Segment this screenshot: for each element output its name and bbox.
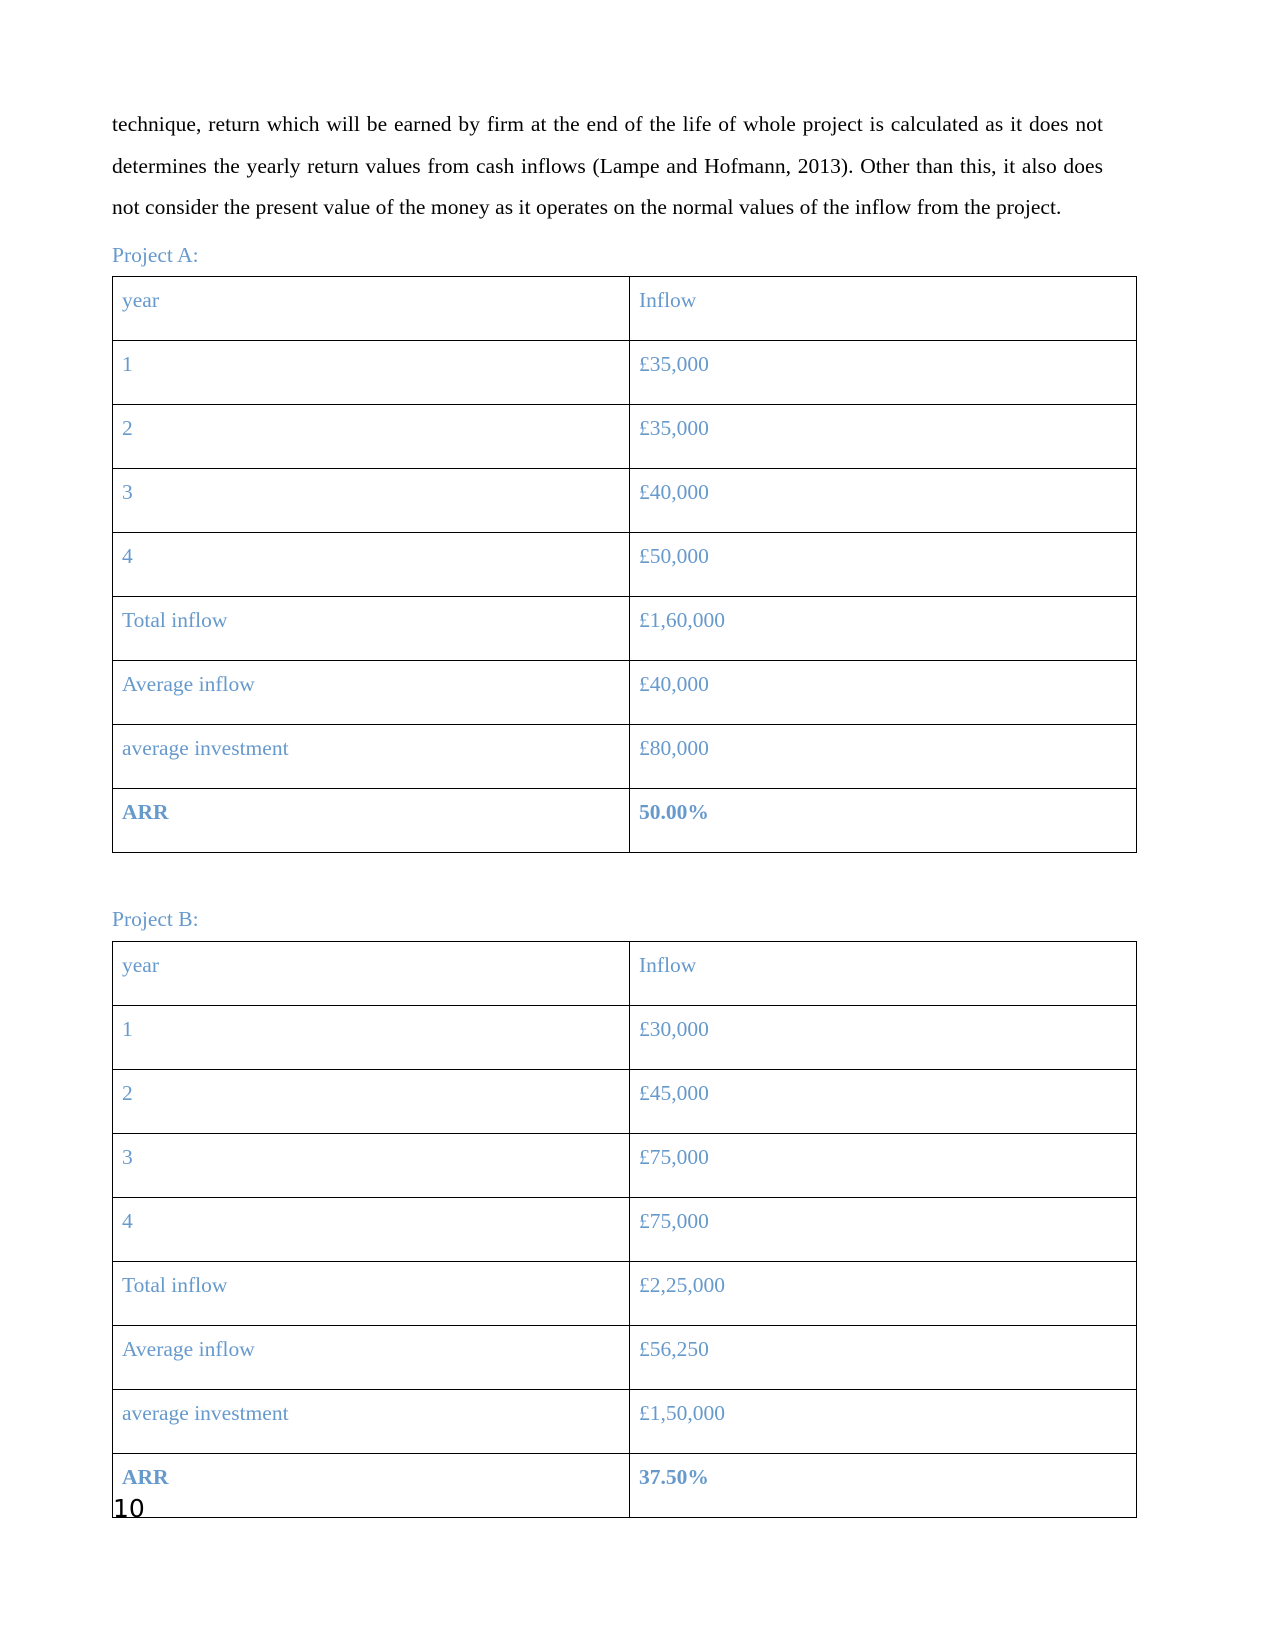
project-a-table: year Inflow 1 £35,000 2 £35,000 3 £40,00…	[112, 276, 1137, 853]
table-row: 4 £75,000	[112, 1196, 1137, 1262]
row-label: Average inflow	[112, 1324, 630, 1390]
table-header-row: year Inflow	[112, 276, 1137, 341]
table-row: 1 £30,000	[112, 1004, 1137, 1070]
row-value: £1,50,000	[629, 1388, 1137, 1454]
row-label: ARR	[112, 788, 630, 853]
row-label: 2	[112, 1068, 630, 1134]
project-a-caption: Project A:	[112, 242, 199, 267]
row-value: £30,000	[629, 1004, 1137, 1070]
row-value: £75,000	[629, 1196, 1137, 1262]
row-label: 1	[112, 1004, 630, 1070]
table-row: 1 £35,000	[112, 340, 1137, 405]
row-value: £1,60,000	[629, 596, 1137, 661]
row-label: 4	[112, 1196, 630, 1262]
table-row-arr: ARR 50.00%	[112, 788, 1137, 853]
row-label: ARR	[112, 1452, 630, 1518]
table-row-arr: ARR 37.50%	[112, 1452, 1137, 1518]
table-row-total-inflow: Total inflow £2,25,000	[112, 1260, 1137, 1326]
row-value: £80,000	[629, 724, 1137, 789]
project-b-table: year Inflow 1 £30,000 2 £45,000 3 £75,00…	[112, 940, 1137, 1518]
page-content: technique, return which will be earned b…	[112, 104, 1137, 1518]
column-header-year: year	[112, 276, 630, 341]
row-label: Total inflow	[112, 1260, 630, 1326]
project-b-table-body: year Inflow 1 £30,000 2 £45,000 3 £75,00…	[112, 940, 1137, 1518]
row-label: 3	[112, 468, 630, 533]
row-value: £2,25,000	[629, 1260, 1137, 1326]
table-spacer	[112, 853, 1103, 899]
row-value: £45,000	[629, 1068, 1137, 1134]
body-paragraph: technique, return which will be earned b…	[112, 112, 1103, 219]
table-row: 2 £35,000	[112, 404, 1137, 469]
row-label: average investment	[112, 1388, 630, 1454]
row-value: £35,000	[629, 404, 1137, 469]
row-label: 1	[112, 340, 630, 405]
column-header-inflow: Inflow	[629, 276, 1137, 341]
table-row-average-inflow: Average inflow £56,250	[112, 1324, 1137, 1390]
project-a-table-body: year Inflow 1 £35,000 2 £35,000 3 £40,00…	[112, 276, 1137, 853]
row-value: £56,250	[629, 1324, 1137, 1390]
row-value: £50,000	[629, 532, 1137, 597]
row-label: 3	[112, 1132, 630, 1198]
row-label: 4	[112, 532, 630, 597]
document-page: technique, return which will be earned b…	[0, 0, 1275, 1651]
table-header-row: year Inflow	[112, 940, 1137, 1006]
project-b-caption: Project B:	[112, 907, 199, 931]
table-row-average-investment: average investment £80,000	[112, 724, 1137, 789]
table-row: 2 £45,000	[112, 1068, 1137, 1134]
column-header-year: year	[112, 940, 630, 1006]
table-row-total-inflow: Total inflow £1,60,000	[112, 596, 1137, 661]
row-label: Average inflow	[112, 660, 630, 725]
table-row: 3 £40,000	[112, 468, 1137, 533]
row-value: £35,000	[629, 340, 1137, 405]
row-value: 37.50%	[629, 1452, 1137, 1518]
row-label: Total inflow	[112, 596, 630, 661]
row-value: £40,000	[629, 468, 1137, 533]
column-header-inflow: Inflow	[629, 940, 1137, 1006]
row-label: 2	[112, 404, 630, 469]
table-row: 4 £50,000	[112, 532, 1137, 597]
row-value: £75,000	[629, 1132, 1137, 1198]
table-row: 3 £75,000	[112, 1132, 1137, 1198]
row-value: 50.00%	[629, 788, 1137, 853]
page-number: 10	[113, 1494, 145, 1523]
row-label: average investment	[112, 724, 630, 789]
table-row-average-inflow: Average inflow £40,000	[112, 660, 1137, 725]
table-row-average-investment: average investment £1,50,000	[112, 1388, 1137, 1454]
row-value: £40,000	[629, 660, 1137, 725]
